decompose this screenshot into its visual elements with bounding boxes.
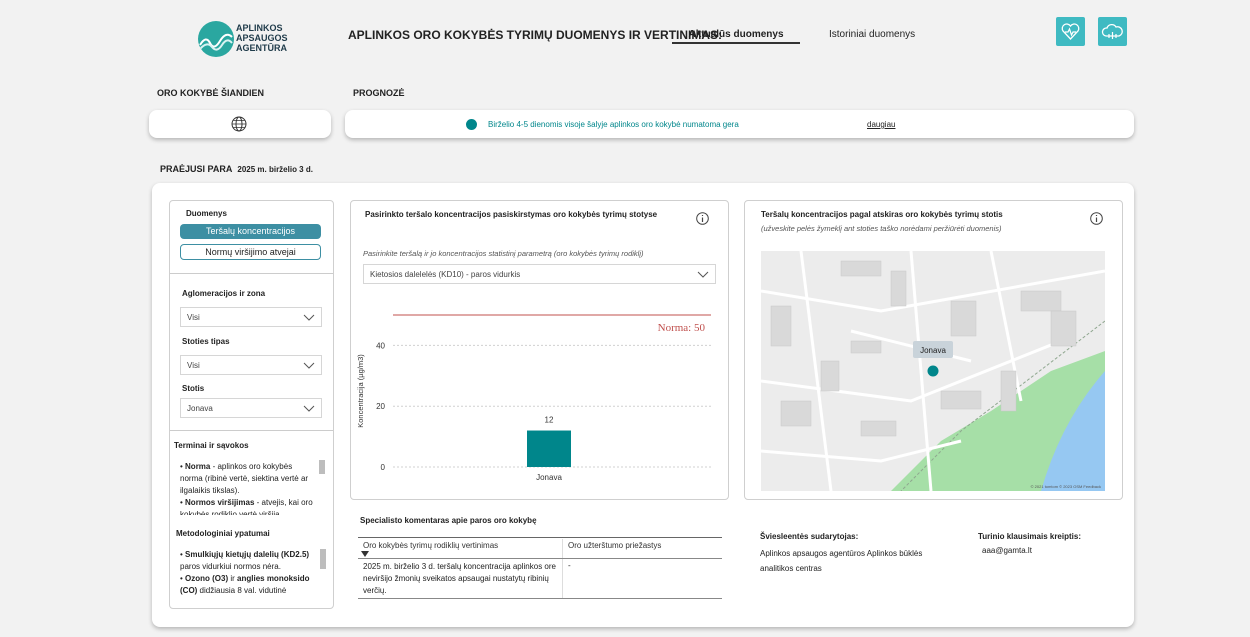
station-type-label: Stoties tipas <box>182 337 230 346</box>
y-tick-label: 20 <box>376 402 385 411</box>
column-header-causes[interactable]: Oro užterštumo priežastys <box>568 541 661 550</box>
station-tooltip-label: Jonava <box>920 346 946 355</box>
chart-panel: Pasirinkto teršalo koncentracijos pasisk… <box>350 200 729 500</box>
pollutant-select[interactable]: Kietosios dalelelės (KD10) - paros vidur… <box>363 264 716 284</box>
bar-data-label: 12 <box>545 416 554 425</box>
divider <box>170 430 333 431</box>
methodology-list: • Smulkiųjų kietųjų dalelių (KD2.5) paro… <box>180 549 316 601</box>
forecast-card: Birželio 4-5 dienomis visoje šalyje apli… <box>345 110 1134 138</box>
list-item: • Ozono (O3) ir anglies monoksido (CO) d… <box>180 574 310 595</box>
agglomeration-value: Visi <box>187 313 200 322</box>
sort-down-icon[interactable] <box>361 551 369 557</box>
divider <box>358 558 722 559</box>
table-cell: - <box>568 561 571 570</box>
concentration-chart: 0 20 40 Koncentracija (µg/m3) Norma: 50 12 Jon… <box>356 314 711 482</box>
divider <box>358 598 722 599</box>
chevron-down-icon <box>303 314 315 321</box>
chevron-down-icon <box>303 362 315 369</box>
station-select[interactable]: Jonava <box>180 398 322 418</box>
list-item: • Normos viršijimas - atvejis, kai oro k… <box>180 498 313 515</box>
table-cell: 2025 m. birželio 3 d. teršalų koncentrac… <box>363 562 556 595</box>
terms-list: • Norma - aplinkos oro kokybės norma (ri… <box>180 461 316 515</box>
info-icon[interactable] <box>1090 212 1103 225</box>
station-type-select[interactable]: Visi <box>180 355 322 375</box>
creator-value: Aplinkos apsaugos agentūros Aplinkos būk… <box>760 549 923 573</box>
list-item: • Norma - aplinkos oro kokybės norma (ri… <box>180 462 309 495</box>
methodology-title: Metodologiniai ypatumai <box>176 529 270 538</box>
chevron-down-icon <box>303 405 315 412</box>
contact-label: Turinio klausimais kreiptis: <box>978 532 1081 541</box>
past-day-heading: PRAĖJUSI PARA 2025 m. birželio 3 d. <box>160 164 313 174</box>
y-tick-label: 0 <box>381 463 386 472</box>
forecast-more-link[interactable]: daugiau <box>867 120 895 129</box>
exceedances-button[interactable]: Normų viršijimo atvejai <box>180 244 321 260</box>
list-item: • Smulkiųjų kietųjų dalelių (KD2.5) paro… <box>180 550 310 571</box>
agglomeration-label: Aglomeracijos ir zona <box>182 289 266 298</box>
station-label: Stotis <box>182 384 205 393</box>
info-icon[interactable] <box>696 212 709 225</box>
agency-logo <box>198 21 234 57</box>
station-type-value: Visi <box>187 361 200 370</box>
creator-label: Šviesleentės sudarytojas: <box>760 532 859 541</box>
comments-table: Oro kokybės tyrimų rodiklių vertinimas O… <box>358 537 722 599</box>
station-marker-jonava[interactable] <box>927 365 939 377</box>
station-value: Jonava <box>187 404 213 413</box>
pollutant-value: Kietosios dalelelės (KD10) - paros vidur… <box>370 270 521 279</box>
agglomeration-select[interactable]: Visi <box>180 307 322 327</box>
norm-label: Norma: 50 <box>658 322 706 334</box>
contact-email[interactable]: aaa@gamta.lt <box>982 546 1032 555</box>
divider <box>170 273 333 274</box>
concentrations-button[interactable]: Teršalų koncentracijos <box>180 224 321 239</box>
environment-button[interactable] <box>1098 17 1127 46</box>
health-button[interactable] <box>1056 17 1085 46</box>
terms-title: Terminai ir sąvokos <box>174 441 249 450</box>
terms-scrollbar[interactable] <box>319 460 325 474</box>
column-header-assessment[interactable]: Oro kokybės tyrimų rodiklių vertinimas <box>363 541 498 550</box>
divider <box>358 537 722 538</box>
today-label: ORO KOKYBĖ ŠIANDIEN <box>157 88 265 98</box>
map-attribution: © 2021 tomtom © 2023 OSM Feedback <box>1031 484 1101 489</box>
chevron-down-icon <box>697 271 709 278</box>
tab-historical-data[interactable]: Istoriniai duomenys <box>829 29 915 40</box>
agency-logo-text: APLINKOS APSAUGOS AGENTŪRA <box>236 23 288 53</box>
data-label: Duomenys <box>186 209 227 218</box>
today-card <box>149 110 331 138</box>
comments-title: Specialisto komentaras apie paros oro ko… <box>360 516 537 525</box>
heart-pulse-icon <box>1061 23 1080 40</box>
past-day-date: 2025 m. birželio 3 d. <box>237 165 313 174</box>
x-tick-label: Jonava <box>536 473 562 482</box>
filters-sidebar: Duomenys Teršalų koncentracijos Normų vi… <box>169 200 334 609</box>
map-panel-subtitle: (užveskite pelės žymeklį ant stoties taš… <box>761 224 1002 233</box>
past-day-label: PRAĖJUSI PARA <box>160 164 233 174</box>
tab-current-data[interactable]: Aktualūs duomenys <box>672 29 800 44</box>
bar-jonava <box>527 430 571 467</box>
cloud-data-icon <box>1101 23 1123 39</box>
map-panel: Teršalų koncentracijos pagal atskiras or… <box>744 200 1123 500</box>
y-tick-label: 40 <box>376 341 385 350</box>
chart-panel-title: Pasirinkto teršalo koncentracijos pasisk… <box>365 210 658 219</box>
methodology-scrollbar[interactable] <box>320 549 326 569</box>
forecast-text: Birželio 4-5 dienomis visoje šalyje apli… <box>488 120 739 129</box>
pollutant-hint: Pasirinkite teršalą ir jo koncentracijos… <box>363 249 644 258</box>
forecast-status-dot <box>466 119 477 130</box>
forecast-label: PROGNOZĖ <box>353 88 405 98</box>
globe-icon[interactable] <box>231 116 247 132</box>
y-axis-label: Koncentracija (µg/m3) <box>356 354 365 428</box>
page-title: APLINKOS ORO KOKYBĖS TYRIMŲ DUOMENYS IR … <box>348 28 723 42</box>
map-panel-title: Teršalų koncentracijos pagal atskiras or… <box>761 210 1003 219</box>
station-map[interactable]: Jonava © 2021 tomtom © 2023 OSM Feedback <box>761 251 1105 491</box>
divider <box>562 539 563 599</box>
